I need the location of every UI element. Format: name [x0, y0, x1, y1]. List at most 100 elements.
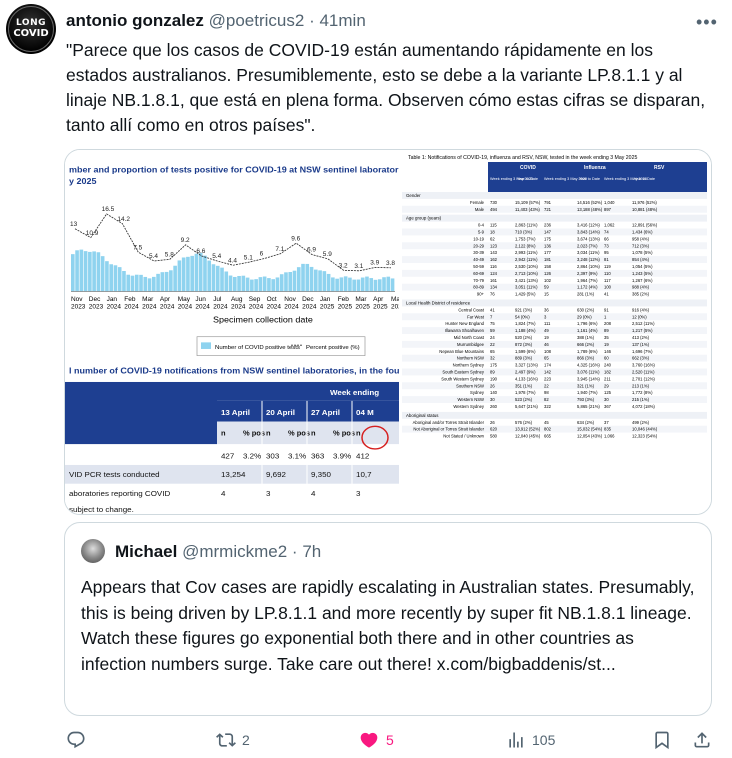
rtable-cell: 3,051 (11%)	[515, 285, 538, 290]
chart-percent-label: 7.1	[275, 246, 285, 253]
rtable-cell: 181	[544, 257, 552, 262]
chart-percent-label: 3.8	[386, 260, 396, 267]
rtable-cell: 1,062	[604, 223, 615, 228]
rtable-title: Table 1: Notifications of COVID-19, infl…	[408, 155, 637, 161]
rtable-cell: 12,040 (45%)	[515, 434, 541, 439]
rtable-cell: 223	[544, 376, 552, 381]
chart-percent-label: 10.9	[86, 230, 99, 237]
table-cell: 303	[266, 452, 279, 461]
rtable-cell: 710 (3%)	[515, 230, 533, 235]
chart-percent-label: 3.9	[370, 260, 380, 267]
rtable-row-label: 50-59	[473, 264, 484, 269]
chart-bar	[377, 279, 382, 292]
like-button[interactable]: 5	[358, 730, 394, 750]
repost-button[interactable]: 2	[216, 730, 250, 750]
chart-bar	[143, 276, 148, 292]
table-title: l number of COVID-19 notifications from …	[69, 366, 399, 376]
rtable-row-bg	[402, 283, 707, 291]
rtable-cell: 59	[544, 285, 549, 290]
rtable-cell: 14,516 (52%)	[577, 200, 603, 205]
views-button[interactable]: 105	[506, 730, 555, 750]
media-grid[interactable]: mber and proportion of tests positive fo…	[64, 149, 712, 515]
rtable-cell: 712 (3%)	[632, 243, 650, 248]
rtable-row-label: 70-79	[473, 278, 484, 283]
media-image-table[interactable]: Table 1: Notifications of COVID-19, infl…	[402, 150, 711, 514]
rtable-cell: 41	[490, 307, 495, 312]
chart-x-tick-year: 2024	[213, 304, 228, 311]
chart-bar	[305, 263, 310, 292]
rtable-row-label: Northern NSW	[457, 356, 484, 361]
bookmark-button[interactable]	[652, 730, 672, 750]
chart-image-graphic: mber and proportion of tests positive fo…	[65, 165, 461, 514]
author-name[interactable]: antonio gonzalez	[66, 11, 204, 30]
chart-bar	[250, 279, 254, 292]
rtable-cell: 1,599 (6%)	[515, 349, 536, 354]
chart-percent-label: 5.9	[323, 251, 333, 258]
rtable-cell: 62	[490, 236, 495, 241]
rtable-cell: 793 (3%)	[577, 397, 595, 402]
chart-bar	[220, 267, 224, 292]
rtable-cell: 175	[544, 236, 552, 241]
rtable-cell: 76	[490, 292, 495, 297]
rtable-cell: 3,327 (13%)	[515, 363, 538, 368]
table-cell: 13,254	[221, 470, 246, 479]
rtable-row-bg	[402, 242, 707, 250]
chart-bar	[164, 271, 169, 292]
author-avatar[interactable]: LONG COVID	[6, 4, 56, 54]
chart-bar	[215, 265, 220, 292]
rtable-cell: 1,796 (6%)	[577, 321, 598, 326]
chart-bar	[173, 265, 177, 292]
post-time[interactable]: 41min	[319, 11, 365, 30]
rtable-cell: 177	[544, 250, 552, 255]
author-handle[interactable]: @poetricus2	[209, 11, 305, 30]
avatar-ring	[8, 6, 54, 52]
chart-x-tick-year: 2024	[124, 304, 139, 311]
chart-bar	[207, 260, 212, 292]
chart-bar	[109, 264, 113, 292]
chart-title-2: y 2025	[69, 176, 97, 186]
rtable-cell: 13,188 (48%)	[577, 207, 603, 212]
chart-bar	[258, 277, 263, 292]
rtable-cell: 102	[544, 278, 552, 283]
rtable-cell: 15,032 (54%)	[577, 427, 603, 432]
chart-bar	[369, 278, 374, 292]
rtable-row-label: Aboriginal and/or Torres Strait Islander	[413, 420, 485, 425]
rtable-cell: 576 (2%)	[515, 420, 533, 425]
rtable-cell: 12,891 (56%)	[632, 223, 658, 228]
quoted-post[interactable]: Michael @mrmickme2 · 7h Appears that Cov…	[64, 522, 712, 716]
chart-bar	[194, 253, 199, 292]
rtable-cell: 49	[544, 328, 549, 333]
quoted-author-handle: @mrmickme2	[182, 542, 288, 561]
media-image-chart[interactable]: mber and proportion of tests positive fo…	[65, 150, 461, 514]
rtable-row-bg	[402, 269, 707, 277]
rtable-cell: 13,912 (52%)	[515, 427, 541, 432]
rtable-section-heading: Age group (years)	[406, 216, 442, 221]
rtable-row-label: Nepean Blue Mountains	[439, 349, 484, 354]
chart-x-tick-month: Jan	[320, 296, 331, 303]
table-cell: 9,692	[266, 470, 286, 479]
rtable-cell: 30	[490, 397, 495, 402]
chart-bar	[113, 265, 118, 292]
chart-bar	[275, 277, 280, 292]
reply-button[interactable]	[66, 730, 92, 750]
rtable-cell: 182	[604, 370, 612, 375]
chart-x-tick-month: Mar	[355, 296, 366, 303]
rtable-cell: 158	[544, 264, 552, 269]
rtable-cell: 115	[490, 223, 497, 228]
chart-bar	[156, 273, 160, 292]
chart-bar	[152, 276, 156, 292]
chart-bar	[279, 274, 284, 292]
rtable-cell: 1,753 (7%)	[515, 236, 536, 241]
chart-percent-label: 5.4	[212, 253, 222, 260]
rtable-cell: 82	[544, 397, 549, 402]
repost-count: 2	[242, 732, 250, 748]
post-header: antonio gonzalez @poetricus2 · 41min	[66, 10, 366, 32]
rtable-row-bg	[402, 313, 707, 321]
rtable-cell: 1,964 (7%)	[577, 278, 598, 283]
chart-bar	[139, 274, 143, 292]
rtable-cell: 124	[490, 271, 498, 276]
more-options-icon[interactable]: •••	[696, 12, 718, 33]
rtable-cell: 3,945 (14%)	[577, 376, 600, 381]
rtable-cell: 142	[544, 370, 552, 375]
share-button[interactable]	[692, 730, 712, 750]
